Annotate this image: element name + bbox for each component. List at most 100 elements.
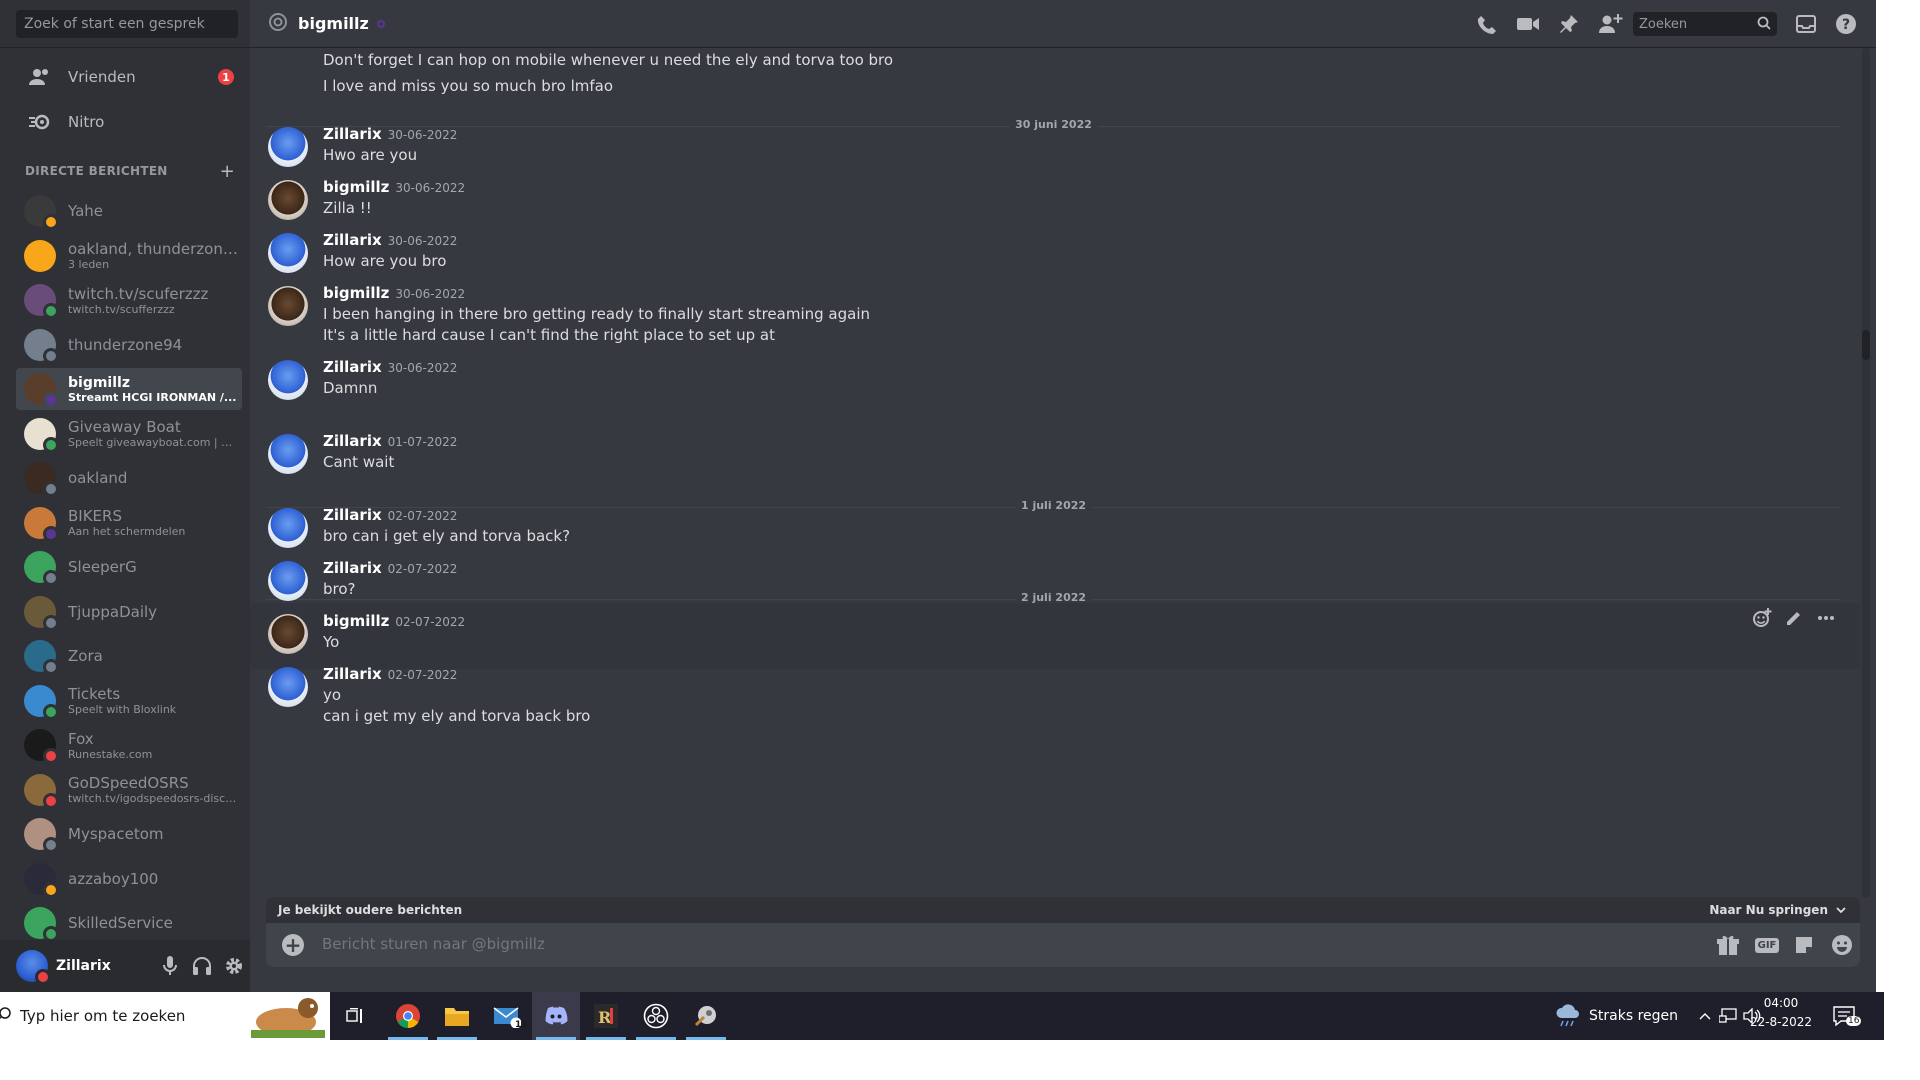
dm-name: bigmillz	[68, 374, 130, 391]
username[interactable]: Zillarix	[56, 958, 154, 974]
message-author[interactable]: bigmillz 30-06-2022	[323, 178, 465, 196]
avatar[interactable]	[268, 561, 308, 601]
add-friends-to-dm-button[interactable]	[1599, 12, 1623, 36]
dm-item[interactable]: Tickets Speelt with Bloxlink	[16, 680, 242, 722]
taskbar-search-placeholder: Typ hier om te zoeken	[20, 1007, 186, 1025]
message-author[interactable]: bigmillz 02-07-2022	[323, 612, 465, 630]
task-view-icon	[346, 1008, 362, 1023]
avatar[interactable]	[268, 667, 308, 707]
direct-messages-header: DIRECTE BERICHTEN +	[25, 161, 235, 182]
taskbar-obs[interactable]	[632, 992, 680, 1040]
taskbar-mail[interactable]: 11	[483, 992, 531, 1040]
network-button[interactable]	[1716, 1004, 1740, 1028]
dm-header-label: DIRECTE BERICHTEN	[25, 164, 168, 178]
dm-name: twitch.tv/scuferzzz	[68, 284, 209, 303]
send-gift-button[interactable]	[1716, 933, 1740, 957]
user-settings-button[interactable]	[218, 950, 250, 982]
taskbar-clock[interactable]: 04:00 22-8-2022	[1748, 994, 1814, 1032]
message-author[interactable]: Zillarix 01-07-2022	[323, 432, 457, 450]
author-name[interactable]: Zillarix	[323, 559, 382, 577]
jump-to-present-button[interactable]: Naar Nu springen	[1709, 903, 1846, 917]
message-author[interactable]: bigmillz 30-06-2022	[323, 284, 465, 302]
deafen-button[interactable]	[186, 950, 218, 982]
dm-item[interactable]: TjuppaDaily	[16, 591, 242, 633]
author-name[interactable]: Zillarix	[323, 358, 382, 376]
dm-item[interactable]: SleeperG	[16, 546, 242, 588]
emoji-button[interactable]	[1830, 933, 1854, 957]
help-button[interactable]: ?	[1834, 12, 1858, 36]
author-name[interactable]: bigmillz	[323, 284, 389, 302]
avatar[interactable]	[268, 360, 308, 400]
dm-item[interactable]: Zora	[16, 635, 242, 677]
message-input[interactable]: Bericht sturen naar @bigmillz	[322, 935, 545, 953]
author-name[interactable]: Zillarix	[323, 506, 382, 524]
notifications-button[interactable]: 16	[1832, 1004, 1862, 1028]
dm-item[interactable]: GoDSpeedOSRS twitch.tv/igodspeedosrs-disc…	[16, 769, 242, 811]
avatar[interactable]	[268, 434, 308, 474]
more-options-button[interactable]	[1812, 604, 1840, 632]
avatar[interactable]	[268, 127, 308, 167]
sidebar-item-nitro[interactable]: Nitro	[16, 101, 242, 143]
taskbar-app[interactable]	[682, 992, 730, 1040]
inbox-button[interactable]	[1794, 12, 1818, 36]
message-author[interactable]: Zillarix 02-07-2022	[323, 559, 457, 577]
start-video-call-button[interactable]	[1516, 12, 1540, 36]
avatar[interactable]	[268, 233, 308, 273]
message-author[interactable]: Zillarix 30-06-2022	[323, 125, 457, 143]
taskbar-discord[interactable]	[532, 992, 580, 1040]
dm-item[interactable]: BIKERS Aan het schermdelen	[16, 502, 242, 544]
sidebar-item-friends[interactable]: Vrienden 1	[16, 56, 242, 98]
scrollbar-thumb[interactable]	[1862, 330, 1870, 360]
dm-item[interactable]: bigmillz Streamt HCGI IRONMAN /...	[16, 368, 242, 410]
author-name[interactable]: Zillarix	[323, 231, 382, 249]
avatar[interactable]	[268, 508, 308, 548]
dm-item[interactable]: oakland	[16, 457, 242, 499]
edit-message-button[interactable]	[1780, 604, 1808, 632]
show-hidden-icons-button[interactable]	[1693, 1004, 1717, 1028]
dm-activity: Speelt with Bloxlink	[68, 703, 177, 716]
message-composer: + Bericht sturen naar @bigmillz GIF	[266, 923, 1860, 967]
header-search-input[interactable]: Zoeken	[1633, 12, 1777, 36]
taskbar-chrome[interactable]	[384, 992, 432, 1040]
author-name[interactable]: bigmillz	[323, 178, 389, 196]
message-author[interactable]: Zillarix 02-07-2022	[323, 506, 457, 524]
message-author[interactable]: Zillarix 02-07-2022	[323, 665, 457, 683]
dm-item[interactable]: Yahe	[16, 190, 242, 232]
avatar[interactable]	[268, 286, 308, 326]
message-author[interactable]: Zillarix 30-06-2022	[323, 231, 457, 249]
author-name[interactable]: Zillarix	[323, 665, 382, 683]
dm-item[interactable]: twitch.tv/scuferzzz twitch.tv/scufferzzz	[16, 279, 242, 321]
dnd-status-icon	[43, 748, 59, 764]
dm-item[interactable]: oakland, thunderzone94 3 leden	[16, 235, 242, 277]
create-dm-plus-icon[interactable]: +	[220, 161, 235, 182]
dm-item[interactable]: azzaboy100	[16, 858, 242, 900]
dnd-status-icon	[35, 969, 51, 985]
weather-widget[interactable]: Straks regen	[1555, 992, 1678, 1040]
taskbar-search[interactable]: Typ hier om te zoeken	[0, 992, 330, 1040]
add-reaction-button[interactable]	[1748, 604, 1776, 632]
dm-item[interactable]: SkilledService	[16, 902, 242, 944]
dm-item[interactable]: Giveaway Boat Speelt giveawayboat.com | g…	[16, 413, 242, 455]
search-input[interactable]: Zoek of start een gesprek	[16, 10, 238, 38]
dm-item[interactable]: thunderzone94	[16, 324, 242, 366]
sticker-button[interactable]	[1792, 933, 1816, 957]
author-name[interactable]: Zillarix	[323, 432, 382, 450]
upload-plus-icon[interactable]: +	[282, 934, 304, 956]
author-name[interactable]: Zillarix	[323, 125, 382, 143]
dm-item[interactable]: Fox Runestake.com	[16, 724, 242, 766]
dm-item[interactable]: Myspacetom	[16, 813, 242, 855]
taskbar-file-explorer[interactable]	[433, 992, 481, 1040]
pinned-messages-button[interactable]	[1557, 12, 1581, 36]
message-author[interactable]: Zillarix 30-06-2022	[323, 358, 457, 376]
scrollbar-track[interactable]	[1862, 48, 1870, 898]
start-voice-call-button[interactable]	[1475, 12, 1499, 36]
taskbar-runelite[interactable]: R	[582, 992, 630, 1040]
avatar[interactable]	[268, 614, 308, 654]
avatar[interactable]	[16, 950, 51, 985]
avatar[interactable]	[268, 180, 308, 220]
author-name[interactable]: bigmillz	[323, 612, 389, 630]
gif-button[interactable]: GIF	[1753, 933, 1781, 957]
task-view-button[interactable]	[332, 992, 380, 1040]
dm-name: thunderzone94	[68, 335, 183, 354]
mute-button[interactable]	[154, 950, 186, 982]
